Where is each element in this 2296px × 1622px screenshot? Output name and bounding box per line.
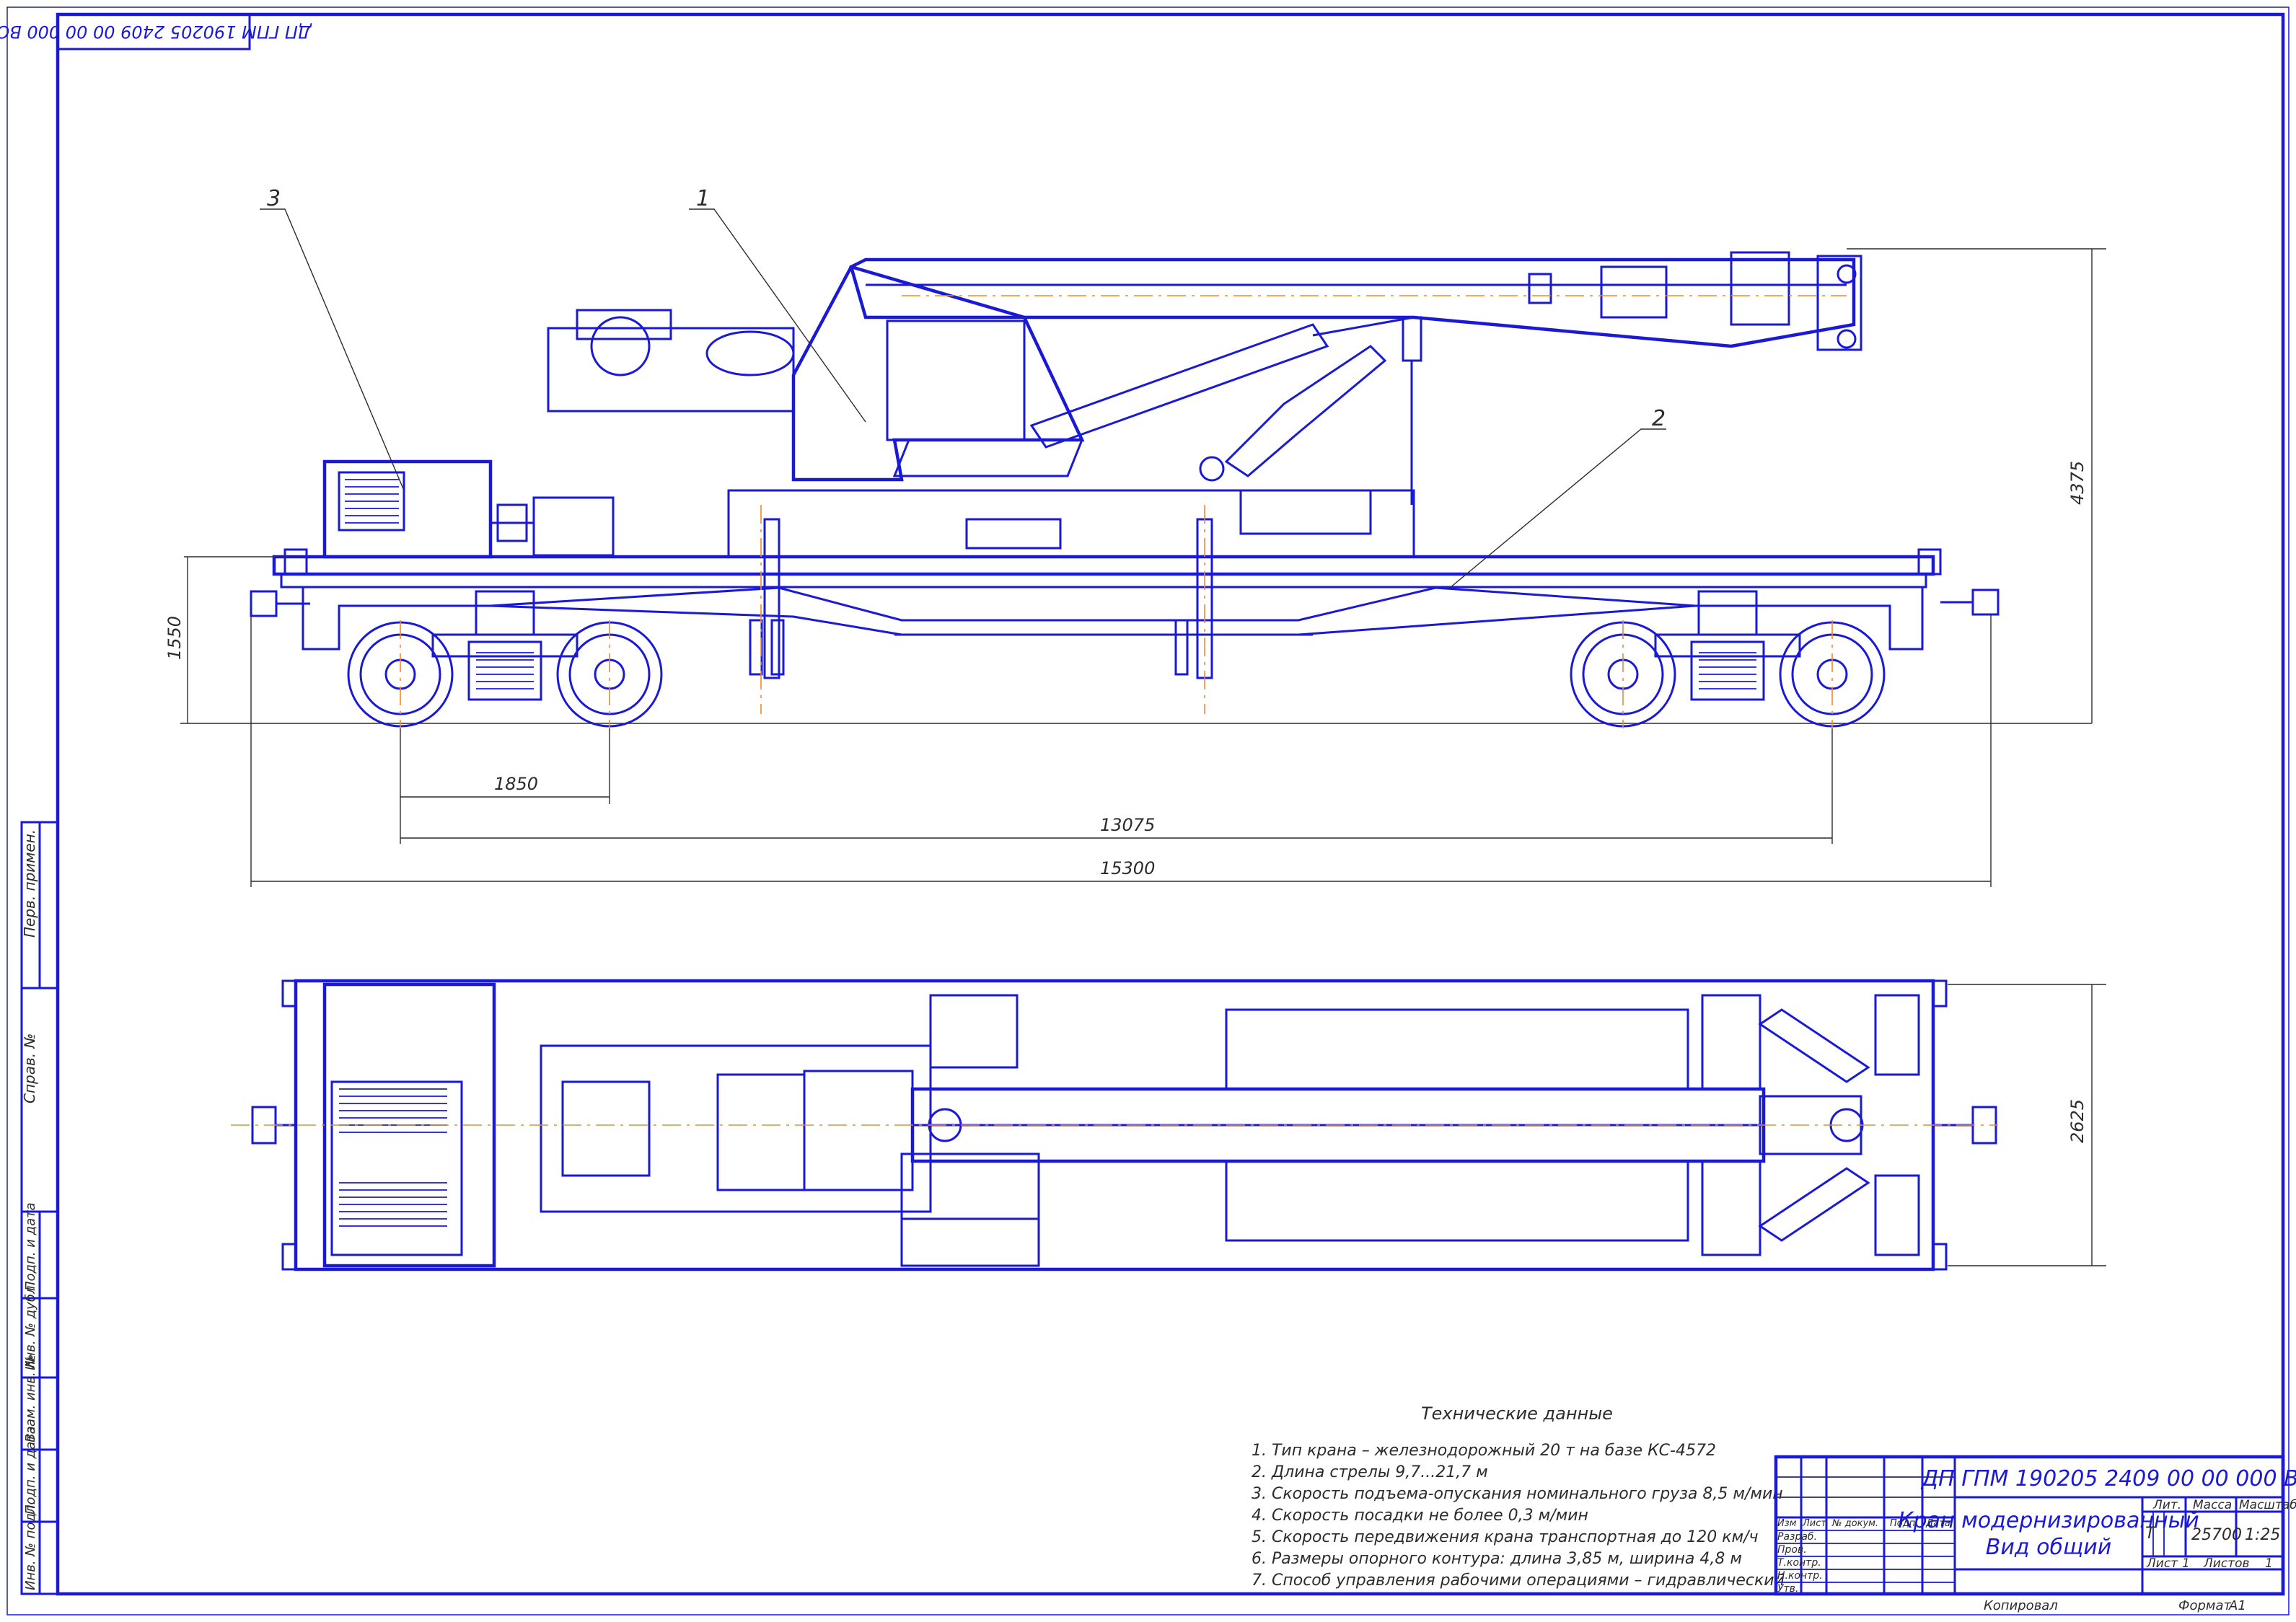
luffing-cylinder: [1029, 316, 1415, 482]
side-view: [180, 251, 2092, 728]
dimension-lines: [184, 248, 2106, 1266]
tb-scale-value: 1:25: [2245, 1526, 2280, 1544]
tech-heading: Технические данные: [1421, 1403, 1613, 1424]
tb-sheet-value: 1: [2182, 1556, 2190, 1571]
turntable: [727, 438, 1415, 558]
tb-col-header: Дата: [1925, 1518, 1950, 1529]
callout-3: 3: [267, 186, 281, 211]
tech-data: Технические данные 1. Тип крана – железн…: [1252, 1403, 1785, 1590]
tb-role: Н.контр.: [1777, 1570, 1823, 1582]
plan-view: [231, 979, 1998, 1271]
tb-role: Пров.: [1777, 1544, 1807, 1556]
side-stamp-label: Перв. примен.: [21, 829, 38, 938]
tb-col-header: Подп.: [1890, 1518, 1918, 1529]
tech-item: 6. Размеры опорного контура: длина 3,85 …: [1252, 1550, 1742, 1568]
tb-mass-value: 25700: [2191, 1526, 2242, 1544]
title-code: ДП ГПМ 190205 2409 00 00 000 ВО: [1920, 1466, 2296, 1491]
bogie-left: [347, 590, 663, 728]
engine-housing: [322, 459, 615, 559]
callout-1: 1: [696, 186, 710, 211]
side-stamp-label: Подп. и дата: [23, 1202, 38, 1291]
tb-role: Т.контр.: [1777, 1557, 1821, 1569]
drawing-sheet: ДП ГПМ 190205 2409 00 00 000 ВО Перв. пр…: [0, 6, 2296, 1616]
tech-item: 2. Длина стрелы 9,7...21,7 м: [1252, 1463, 1488, 1481]
tb-lit-value: Т: [2145, 1525, 2156, 1543]
dim-1550: 1550: [164, 616, 185, 660]
dim-4375: 4375: [2067, 461, 2088, 505]
dim-2625: 2625: [2067, 1099, 2088, 1143]
footer-format-value: А1: [2228, 1598, 2246, 1613]
tech-item: 7. Способ управления рабочими операциями…: [1252, 1572, 1785, 1590]
tb-sheet-label: Лист: [2146, 1556, 2178, 1571]
tb-role: Разраб.: [1777, 1531, 1817, 1543]
dim-13075: 13075: [1100, 815, 1155, 835]
tb-sheets-label: Листов: [2203, 1556, 2250, 1571]
stamp-top: ДП ГПМ 190205 2409 00 00 000 ВО: [0, 22, 312, 42]
tb-mass-label: Масса: [2193, 1498, 2232, 1512]
tech-item: 5. Скорость передвижения крана транспорт…: [1252, 1528, 1759, 1546]
tb-col-header: Изм: [1777, 1518, 1797, 1529]
side-stamp-label: Справ. №: [21, 1033, 38, 1103]
callout-2: 2: [1652, 406, 1666, 431]
tb-lit-label: Лит.: [2152, 1498, 2181, 1512]
side-stamp-label: Инв. № подл.: [23, 1501, 38, 1590]
tb-scale-label: Масштаб: [2239, 1498, 2296, 1512]
tech-item: 1. Тип крана – железнодорожный 20 т на б…: [1252, 1442, 1716, 1460]
dim-15300: 15300: [1100, 858, 1155, 878]
crane-body: [547, 265, 1085, 482]
boom: [849, 251, 1862, 351]
dim-1850: 1850: [494, 774, 538, 794]
tb-sheets-value: 1: [2265, 1556, 2273, 1571]
footer-copied: Копировал: [1984, 1598, 2058, 1613]
title-line-2: Вид общий: [1986, 1535, 2111, 1560]
tech-item: 4. Скорость посадки не более 0,3 м/мин: [1252, 1507, 1588, 1525]
footer-format: Формат: [2178, 1598, 2232, 1613]
tb-col-header: Лист: [1802, 1518, 1826, 1529]
tb-col-header: № докум.: [1831, 1518, 1878, 1529]
tb-role: Утв.: [1777, 1583, 1798, 1595]
callout-leaders: [260, 208, 1666, 589]
tech-item: 3. Скорость подъема-опускания номинально…: [1252, 1485, 1783, 1503]
